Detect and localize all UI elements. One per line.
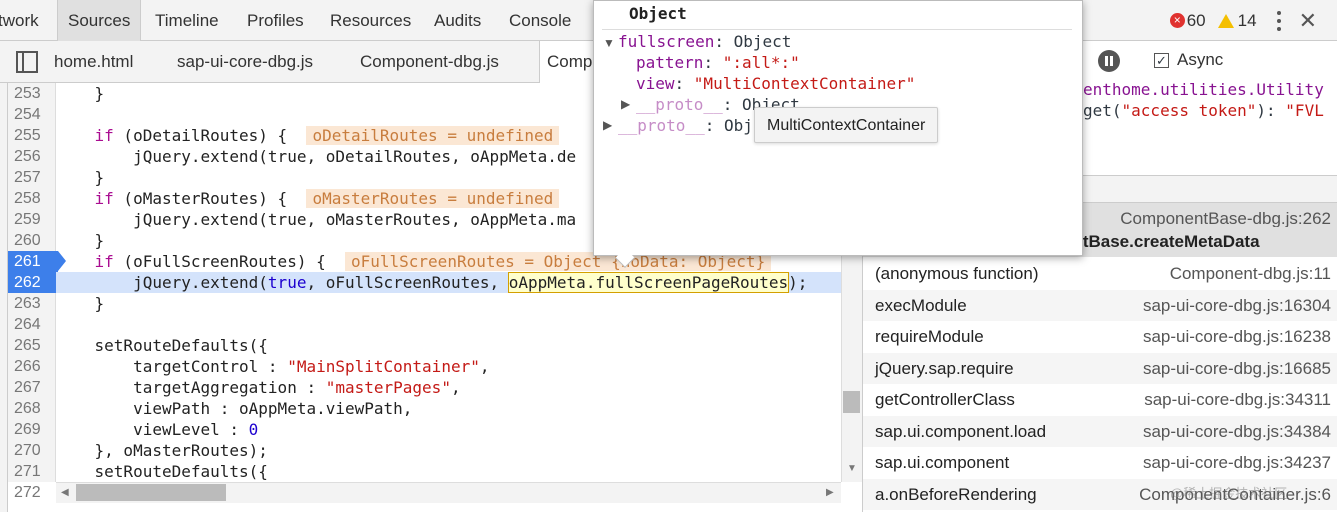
line-number[interactable]: 272 <box>8 482 50 503</box>
code-line[interactable]: targetControl : "MainSplitContainer", <box>56 356 841 377</box>
current-execution-line[interactable]: jQuery.extend(true, oFullScreenRoutes, o… <box>56 272 841 293</box>
watch-expression[interactable]: get("access token"): "FVL <box>1083 101 1324 120</box>
file-tab-home[interactable]: home.html <box>54 41 133 83</box>
call-stack-frame[interactable]: sap.ui.component sap-ui-core-dbg.js:34237 <box>863 447 1337 479</box>
inline-value: oMasterRoutes = undefined <box>306 189 560 208</box>
line-number[interactable]: 260 <box>8 230 50 251</box>
navigator-toggle-icon[interactable] <box>16 51 38 73</box>
tab-network[interactable]: twork <box>0 0 39 41</box>
popover-title: Object <box>629 4 687 23</box>
tab-sources[interactable]: Sources <box>57 0 142 41</box>
tab-audits[interactable]: Audits <box>434 0 481 41</box>
expand-arrow-down-icon[interactable]: ▼ <box>603 36 615 50</box>
line-number[interactable]: 256 <box>8 146 50 167</box>
call-stack-frame[interactable]: sap.ui.component.load sap-ui-core-dbg.js:… <box>863 415 1337 447</box>
inline-value: oDetailRoutes = undefined <box>306 126 560 145</box>
code-line[interactable]: }, oMasterRoutes); <box>56 440 841 461</box>
code-line[interactable]: setRouteDefaults({ <box>56 335 841 356</box>
code-line[interactable]: targetAggregation : "masterPages", <box>56 377 841 398</box>
call-stack-frame[interactable]: getControllerClass sap-ui-core-dbg.js:343… <box>863 384 1337 416</box>
property-fullscreen[interactable]: fullscreen: Object <box>618 31 791 52</box>
error-icon: × <box>1169 13 1185 28</box>
line-number[interactable]: 270 <box>8 440 50 461</box>
line-number[interactable]: 259 <box>8 209 50 230</box>
code-line[interactable]: } <box>56 293 841 314</box>
warning-count: 14 <box>1237 10 1257 30</box>
line-number[interactable]: 263 <box>8 293 50 314</box>
code-line[interactable]: viewLevel : 0 <box>56 419 841 440</box>
line-number[interactable]: 255 <box>8 125 50 146</box>
async-label: Async <box>1177 50 1224 69</box>
navigator-strip <box>0 83 8 512</box>
popover-divider <box>602 29 1072 30</box>
tab-console[interactable]: Console <box>509 0 571 41</box>
horizontal-scroll-thumb[interactable] <box>76 484 226 501</box>
hovered-expression[interactable]: oAppMeta.fullScreenPageRoutes <box>507 272 790 293</box>
call-stack-frame[interactable]: (anonymous function) Component-dbg.js:11 <box>863 258 1337 290</box>
editor-file-tabs: home.html sap-ui-core-dbg.js Component-d… <box>0 41 600 83</box>
line-number[interactable]: 265 <box>8 335 50 356</box>
line-number[interactable]: 271 <box>8 461 50 482</box>
call-stack-frame[interactable]: jQuery.sap.require sap-ui-core-dbg.js:166… <box>863 352 1337 384</box>
line-number[interactable]: 257 <box>8 167 50 188</box>
tab-profiles[interactable]: Profiles <box>247 0 304 41</box>
watermark: @稀土掘金技术社区 <box>1170 486 1288 501</box>
scroll-left-icon[interactable]: ◀ <box>61 487 69 498</box>
pause-icon[interactable] <box>1098 50 1120 72</box>
property-proto[interactable]: __proto__: Obj <box>618 115 753 136</box>
code-line[interactable]: setRouteDefaults({ <box>56 461 841 482</box>
line-number[interactable]: 264 <box>8 314 50 335</box>
file-tab-active[interactable]: Comp <box>539 41 600 83</box>
tab-resources[interactable]: Resources <box>330 0 411 41</box>
scroll-down-icon[interactable]: ▼ <box>847 463 857 474</box>
line-number[interactable]: 258 <box>8 188 50 209</box>
close-icon[interactable]: ✕ <box>1299 8 1317 34</box>
scroll-right-icon[interactable]: ▶ <box>826 487 834 498</box>
async-checkbox[interactable]: ✓ <box>1154 53 1169 68</box>
line-number[interactable]: 253 <box>8 83 50 104</box>
vertical-scroll-thumb[interactable] <box>843 391 860 413</box>
tab-timeline[interactable]: Timeline <box>155 0 219 41</box>
warning-count-badge[interactable]: 14 <box>1217 10 1257 31</box>
file-tab-sap-ui-core[interactable]: sap-ui-core-dbg.js <box>177 41 313 83</box>
call-stack-frame[interactable]: execModule sap-ui-core-dbg.js:16304 <box>863 289 1337 321</box>
warning-icon <box>1217 13 1234 28</box>
line-number[interactable]: 267 <box>8 377 50 398</box>
file-tab-component[interactable]: Component-dbg.js <box>360 41 499 83</box>
property-pattern: pattern: ":all*:" <box>636 53 800 72</box>
line-number[interactable]: 254 <box>8 104 50 125</box>
line-number[interactable]: 266 <box>8 356 50 377</box>
code-line[interactable]: viewPath : oAppMeta.viewPath, <box>56 398 841 419</box>
line-number[interactable]: 269 <box>8 419 50 440</box>
value-tooltip: MultiContextContainer <box>754 107 939 143</box>
watch-expression[interactable]: enthome.utilities.Utility <box>1083 80 1324 99</box>
error-count: 60 <box>1186 10 1206 30</box>
expand-arrow-right-icon[interactable]: ▶ <box>621 97 630 111</box>
breakpoint-marker[interactable]: 262 <box>8 272 66 293</box>
more-menu-icon[interactable] <box>1276 10 1281 31</box>
error-count-badge[interactable]: × 60 <box>1169 10 1206 31</box>
property-view: view: "MultiContextContainer" <box>636 74 916 93</box>
line-number[interactable]: 268 <box>8 398 50 419</box>
expand-arrow-right-icon[interactable]: ▶ <box>603 118 612 132</box>
breakpoint-marker[interactable]: 261 <box>8 251 66 272</box>
call-stack-frame[interactable]: requireModule sap-ui-core-dbg.js:16238 <box>863 321 1337 353</box>
